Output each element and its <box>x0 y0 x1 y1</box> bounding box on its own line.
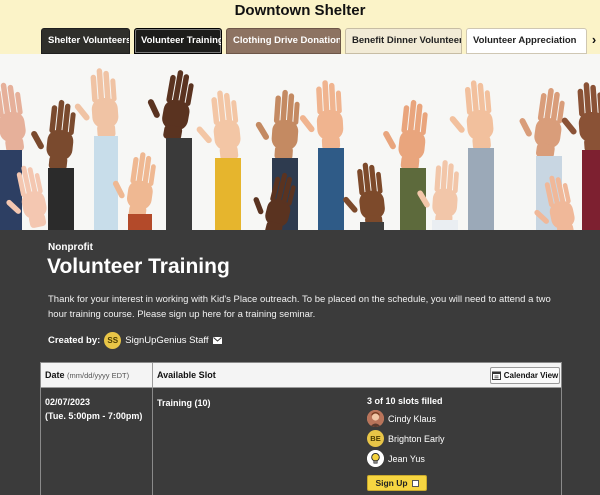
person-avatar-photo <box>367 410 384 427</box>
sign-up-checkbox[interactable] <box>411 479 419 487</box>
date-format-hint: (mm/dd/yyyy EDT) <box>67 371 130 380</box>
signup-table: Date (mm/dd/yyyy EDT) Available Slot Cal… <box>40 362 562 495</box>
tab-benefit-dinner-volunteers[interactable]: Benefit Dinner Volunteers <box>345 28 462 54</box>
signup-name: Cindy Klaus <box>388 413 437 424</box>
available-slot-header: Available Slot <box>157 370 216 380</box>
tabs-next-arrow-icon[interactable]: › <box>588 30 600 50</box>
date-header-label: Date <box>45 370 65 380</box>
tab-volunteer-training[interactable]: Volunteer Training <box>134 28 222 54</box>
creator-name: SignUpGenius Staff <box>125 334 209 346</box>
table-row-date: 02/07/2023 (Tue. 5:00pm - 7:00pm) <box>45 395 142 423</box>
site-header: Downtown Shelter Shelter Volunteers Volu… <box>0 0 600 54</box>
main-content: Nonprofit Volunteer Training Thank for y… <box>0 230 600 495</box>
tab-bar: Shelter Volunteers Volunteer Training Cl… <box>0 28 600 54</box>
sign-up-label: Sign Up <box>375 478 408 488</box>
lightbulb-icon <box>367 450 384 467</box>
slot-name: Training (10) <box>157 398 211 408</box>
column-divider <box>152 388 153 495</box>
calendar-view-label: Calendar View <box>503 371 559 380</box>
banner-image <box>0 54 600 230</box>
signup-name: Brighton Early <box>388 433 445 444</box>
row-time: (Tue. 5:00pm - 7:00pm) <box>45 411 143 421</box>
org-title: Downtown Shelter <box>234 2 366 19</box>
category-label: Nonprofit <box>48 242 93 253</box>
signup-name: Jean Yus <box>388 453 425 464</box>
description: Thank for your interest in working with … <box>48 294 551 320</box>
calendar-view-button[interactable]: Calendar View <box>490 367 560 384</box>
created-by-label: Created by: <box>48 334 101 346</box>
date-column-header: Date (mm/dd/yyyy EDT) <box>45 370 129 380</box>
tab-shelter-volunteers[interactable]: Shelter Volunteers <box>41 28 130 54</box>
column-divider <box>152 363 153 388</box>
tab-clothing-drive-donations[interactable]: Clothing Drive Donations <box>226 28 341 54</box>
tab-volunteer-appreciation[interactable]: Volunteer Appreciation <box>466 28 587 54</box>
hands-back-row <box>0 65 600 230</box>
signup-entry: Cindy Klaus <box>367 410 436 427</box>
signup-entry: Jean Yus <box>367 450 425 467</box>
page-title: Volunteer Training <box>47 255 230 278</box>
table-header: Date (mm/dd/yyyy EDT) Available Slot Cal… <box>41 363 561 388</box>
raised-hands-illustration <box>0 65 600 230</box>
sign-up-button[interactable]: Sign Up <box>367 475 427 491</box>
created-by: Created by: SS SignUpGenius Staff <box>48 330 222 350</box>
row-date: 02/07/2023 <box>45 397 91 407</box>
signup-entry: BE Brighton Early <box>367 430 445 447</box>
envelope-icon[interactable] <box>212 336 222 344</box>
calendar-icon <box>491 371 501 380</box>
slots-filled-count: 3 of 10 slots filled <box>367 396 443 406</box>
person-avatar-initials: BE <box>367 430 384 447</box>
creator-avatar: SS <box>104 331 122 349</box>
person-photo-icon <box>367 410 384 427</box>
